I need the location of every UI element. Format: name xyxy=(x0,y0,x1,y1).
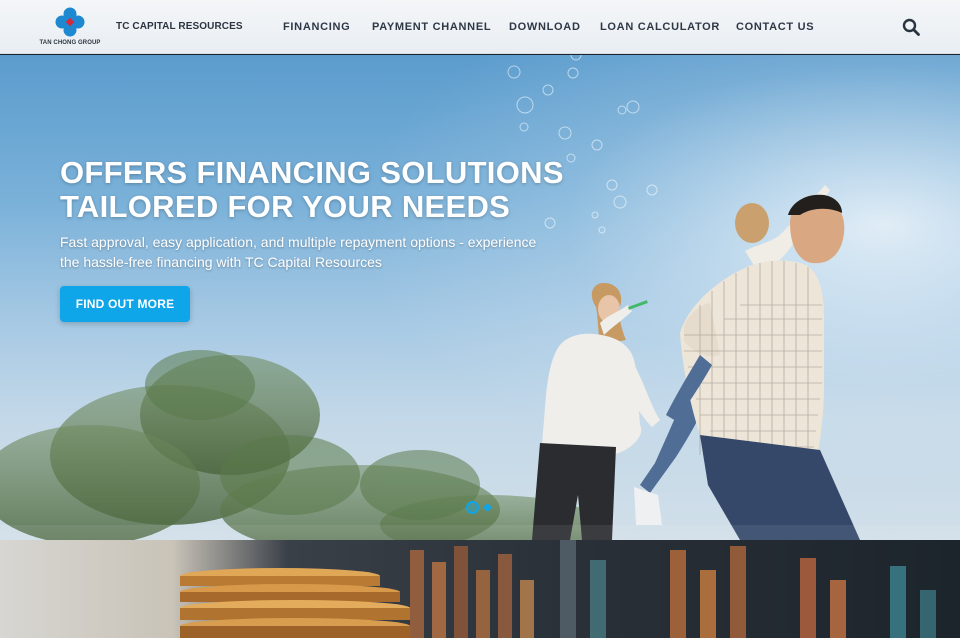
hero-banner: OFFERS FINANCING SOLUTIONS TAILORED FOR … xyxy=(0,55,960,540)
nav-contact-us[interactable]: CONTACT US xyxy=(736,21,814,33)
nav-download[interactable]: DOWNLOAD xyxy=(509,21,581,33)
logo-text: TAN CHONG GROUP xyxy=(39,40,101,46)
tan-chong-logo[interactable]: TAN CHONG GROUP xyxy=(36,7,104,49)
next-section xyxy=(0,540,960,638)
nav-payment-channel[interactable]: PAYMENT CHANNEL xyxy=(372,21,491,33)
carousel-dot[interactable] xyxy=(484,504,491,511)
find-out-more-button[interactable]: FIND OUT MORE xyxy=(60,286,190,322)
hero-subtitle: Fast approval, easy application, and mul… xyxy=(60,234,537,270)
nav-financing[interactable]: FINANCING xyxy=(283,21,350,33)
nav-loan-calculator[interactable]: LOAN CALCULATOR xyxy=(600,21,720,33)
logo-mark-icon xyxy=(55,7,85,37)
site-header: TAN CHONG GROUP TC CAPITAL RESOURCES FIN… xyxy=(0,0,960,54)
carousel-dot-active[interactable] xyxy=(466,501,479,514)
coins-chart-image xyxy=(0,540,960,638)
search-icon[interactable] xyxy=(902,18,920,36)
carousel-pagination xyxy=(466,501,496,515)
hero-title: OFFERS FINANCING SOLUTIONS TAILORED FOR … xyxy=(60,155,564,224)
brand-name[interactable]: TC CAPITAL RESOURCES xyxy=(116,21,243,32)
